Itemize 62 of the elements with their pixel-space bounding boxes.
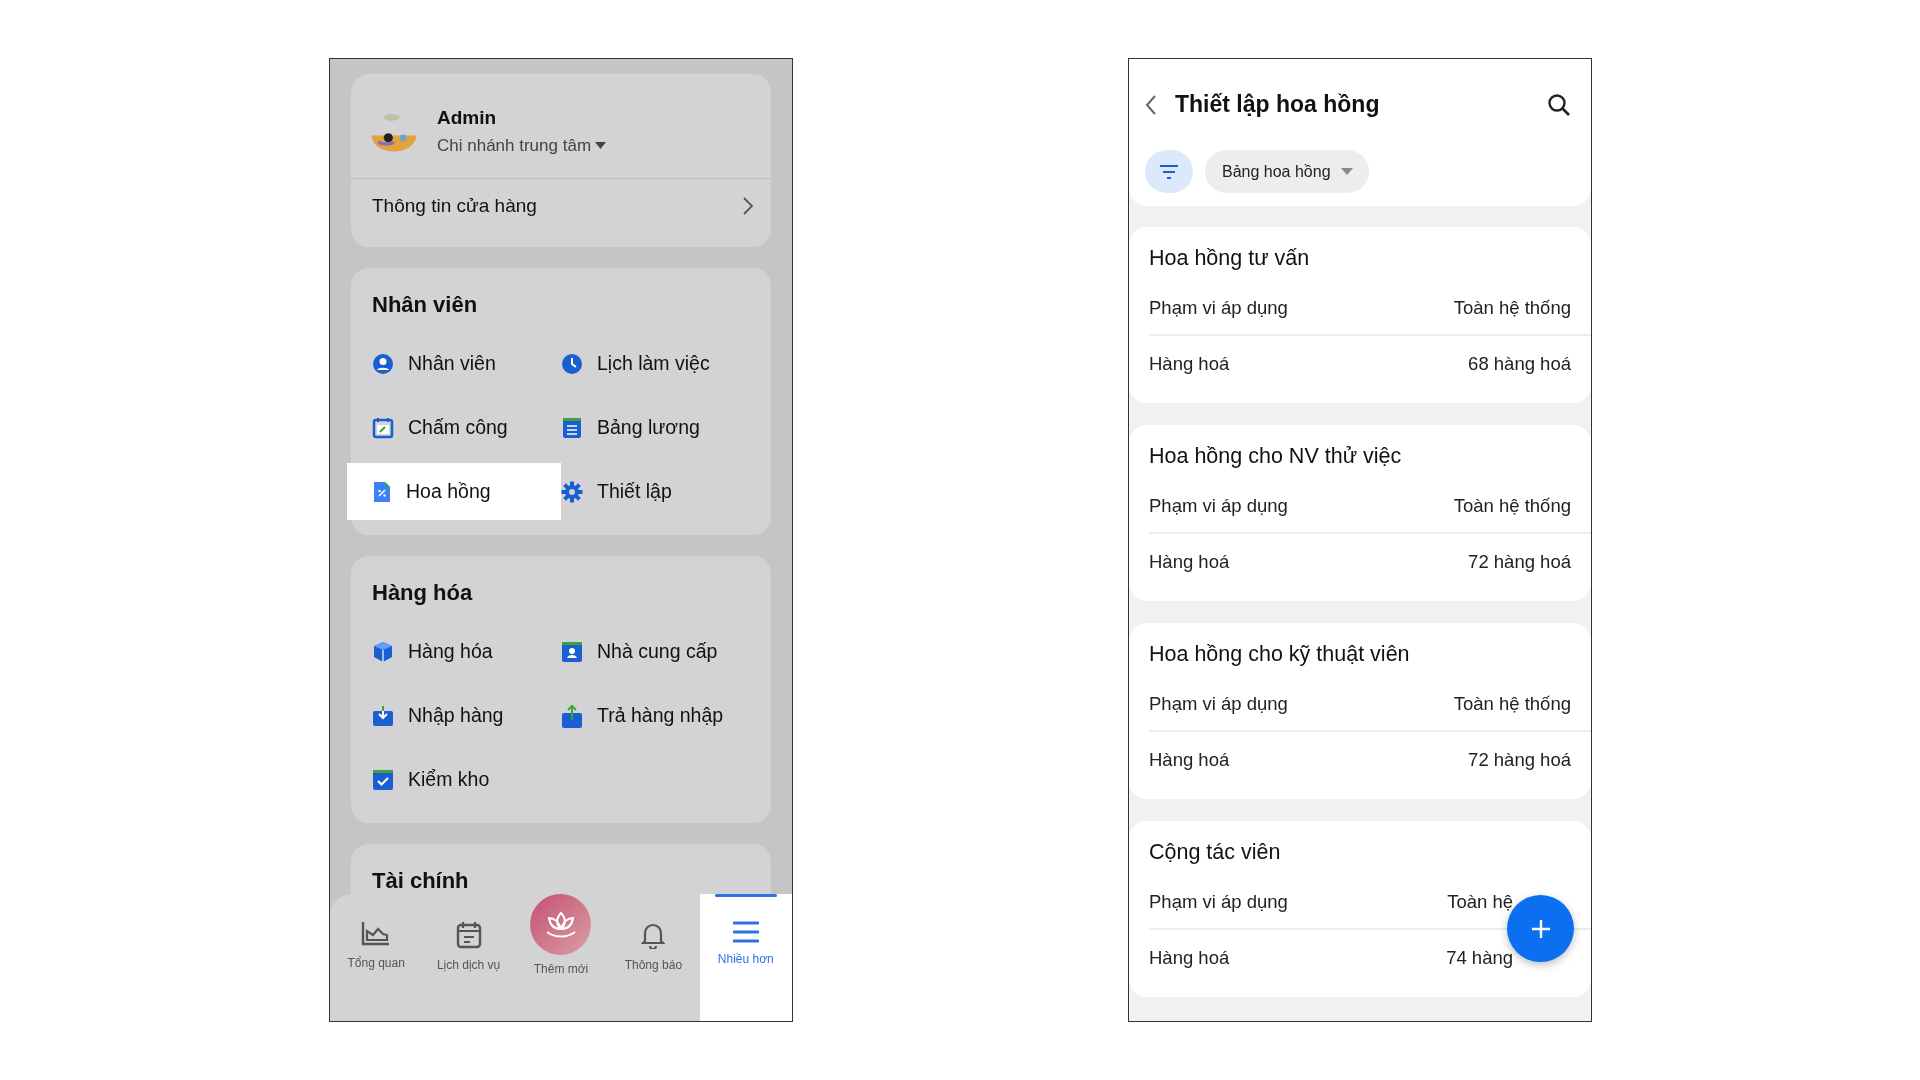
filter-button[interactable] <box>1145 150 1193 193</box>
row-value: 72 hàng hoá <box>1468 551 1571 572</box>
row-value: Toàn hệ <box>1447 891 1514 912</box>
settings-icon <box>561 480 583 503</box>
branch-selector[interactable]: Chi nhánh trung tâm <box>437 135 607 156</box>
filter-icon <box>1159 164 1179 179</box>
table-dropdown[interactable]: Bảng hoa hồng <box>1205 150 1369 193</box>
nav-tab[interactable]: Tổng quan <box>330 894 423 1021</box>
bell-icon <box>641 921 666 949</box>
nav-tab[interactable]: Thông báo <box>607 894 700 1021</box>
row-label: Hàng hoá <box>1149 551 1230 572</box>
page-title: Thiết lập hoa hồng <box>1175 91 1381 118</box>
box-icon <box>372 640 394 663</box>
chevron-right-icon <box>743 197 753 215</box>
calendar-icon <box>372 416 394 439</box>
commission-card[interactable]: Hoa hồng cho NV thử việc Phạm vi áp dụng Toàn hệ thống Hàng hoá 72 hàng hoá <box>1129 425 1591 601</box>
row-value: 72 hàng hoá <box>1468 749 1571 770</box>
checkbox-icon <box>372 768 394 791</box>
nav-tab[interactable]: Lịch dịch vụ <box>422 894 515 1021</box>
menu-item[interactable]: Kiểm kho <box>347 751 561 808</box>
menu-icon <box>732 921 759 943</box>
row-value: Toàn hệ thống <box>1453 495 1571 516</box>
row-label: Phạm vi áp dụng <box>1149 297 1288 318</box>
back-icon[interactable] <box>1145 94 1157 115</box>
nav-tab[interactable]: Nhiều hơn <box>699 894 792 1021</box>
card-title: Cộng tác viên <box>1149 840 1282 864</box>
section-title: Hàng hóa <box>372 580 474 605</box>
contact-card-icon <box>561 640 583 663</box>
percent-file-icon <box>372 480 392 503</box>
row-value: Toàn hệ thống <box>1453 693 1571 714</box>
caret-icon <box>595 142 607 149</box>
search-icon[interactable] <box>1547 92 1571 117</box>
user-name: Admin <box>437 106 498 129</box>
commission-card[interactable]: Hoa hồng tư vấn Phạm vi áp dụng Toàn hệ thống Hàng hoá 68 hàng hoá <box>1129 227 1591 403</box>
plus-icon <box>1530 918 1551 939</box>
store-info-row[interactable]: Thông tin cửa hàng <box>351 179 771 247</box>
chart-icon <box>361 921 392 947</box>
card-title: Hoa hồng cho NV thử việc <box>1149 444 1403 468</box>
download-box-icon <box>372 704 394 727</box>
row-value: Toàn hệ thống <box>1453 297 1571 318</box>
row-label: Phạm vi áp dụng <box>1149 693 1288 714</box>
section-title: Tài chính <box>372 868 470 893</box>
commission-card[interactable]: Hoa hồng cho kỹ thuật viên Phạm vi áp dụng Toàn hệ thống Hàng hoá 72 hàng hoá <box>1129 623 1591 799</box>
nav-tab[interactable]: Thêm mới <box>514 894 608 994</box>
clock-icon <box>561 352 583 375</box>
row-value: 74 hàng <box>1446 947 1514 968</box>
document-icon <box>561 416 583 439</box>
row-label: Phạm vi áp dụng <box>1149 891 1288 912</box>
caret-icon <box>1340 168 1353 175</box>
commission-card[interactable]: Cộng tác viên Phạm vi áp dụng Toàn hệ Hàng hoá 74 hàng <box>1129 821 1591 997</box>
upload-box-icon <box>561 703 583 728</box>
section-title: Nhân viên <box>372 292 479 317</box>
row-value: 68 hàng hoá <box>1468 353 1571 374</box>
person-icon <box>372 352 394 375</box>
calendar-icon <box>455 921 482 949</box>
card-title: Hoa hồng cho kỹ thuật viên <box>1149 642 1411 666</box>
row-label: Hàng hoá <box>1149 353 1230 374</box>
row-label: Hàng hoá <box>1149 749 1230 770</box>
card-title: Hoa hồng tư vấn <box>1149 246 1311 270</box>
row-label: Hàng hoá <box>1149 947 1230 968</box>
row-label: Phạm vi áp dụng <box>1149 495 1288 516</box>
menu-item[interactable]: Hoa hồng <box>347 463 561 520</box>
